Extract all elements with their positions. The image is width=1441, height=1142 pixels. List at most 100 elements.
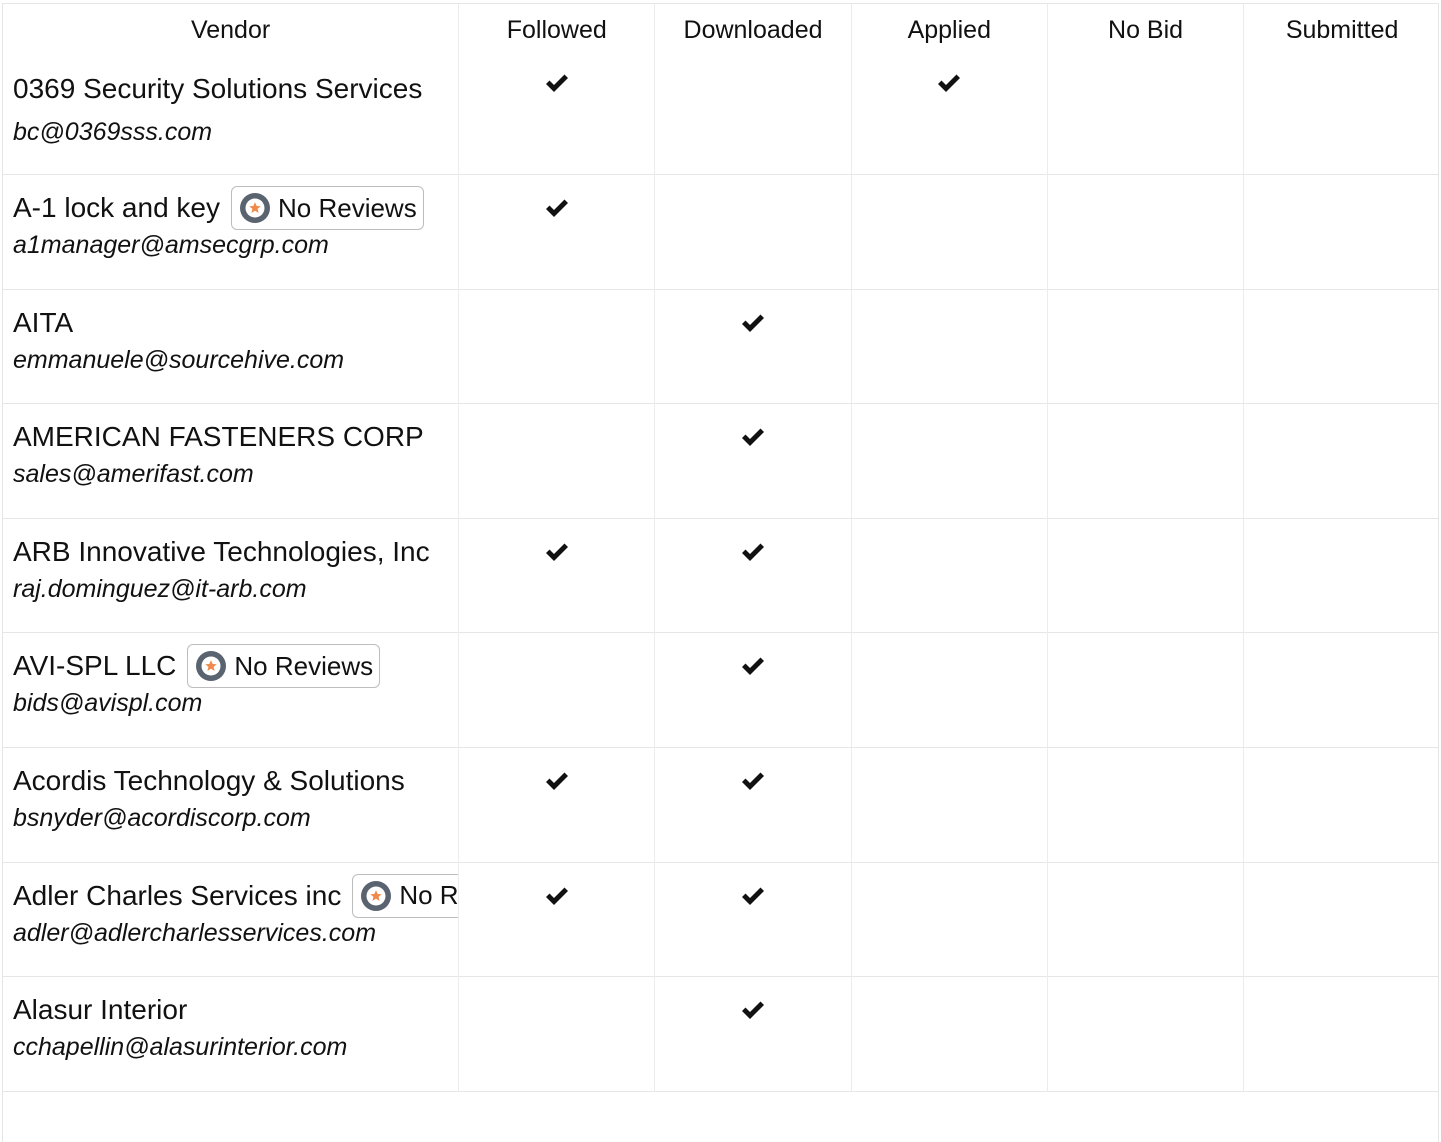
no-bid-cell xyxy=(1046,60,1244,175)
downloaded-cell xyxy=(654,174,852,290)
vendor-name[interactable]: 0369 Security Solutions Services xyxy=(13,73,422,105)
table-row: AVI-SPL LLC No Reviews bids@avispl.com xyxy=(3,632,1438,748)
vendor-name-line: Adler Charles Services inc No Reviews xyxy=(13,873,459,919)
vendor-name-line: Alasur Interior xyxy=(13,987,458,1033)
vendor-name-line: 0369 Security Solutions Services xyxy=(13,60,458,118)
followed-cell xyxy=(458,403,655,519)
vendor-cell: ARB Innovative Technologies, Inc raj.dom… xyxy=(3,518,459,633)
no-bid-cell xyxy=(1046,976,1244,1092)
vendor-email[interactable]: bids@avispl.com xyxy=(13,689,458,718)
no-reviews-label: No Reviews xyxy=(234,650,374,681)
table-row: Adler Charles Services inc No Reviews ad… xyxy=(3,862,1438,977)
vendor-cell: Adler Charles Services inc No Reviews ad… xyxy=(3,862,459,977)
vendor-email[interactable]: raj.dominguez@it-arb.com xyxy=(13,575,458,604)
submitted-cell xyxy=(1243,403,1438,519)
review-star-icon xyxy=(196,651,227,682)
vendor-email[interactable]: bc@0369sss.com xyxy=(13,118,458,147)
followed-cell xyxy=(458,174,655,290)
checkmark-icon xyxy=(742,1001,765,1020)
column-header-followed[interactable]: Followed xyxy=(458,4,655,60)
submitted-cell xyxy=(1243,632,1438,748)
submitted-cell xyxy=(1243,976,1438,1092)
vendor-cell: 0369 Security Solutions Services bc@0369… xyxy=(3,60,459,175)
vendor-name-line: AMERICAN FASTENERS CORP xyxy=(13,414,458,460)
vendor-name[interactable]: Adler Charles Services inc xyxy=(13,880,341,912)
applied-cell xyxy=(850,289,1048,404)
vendor-email[interactable]: bsnyder@acordiscorp.com xyxy=(13,804,458,833)
followed-cell xyxy=(458,747,655,863)
followed-cell xyxy=(458,518,655,633)
table-row: A-1 lock and key No Reviews a1manager@am… xyxy=(3,174,1438,290)
vendor-name-line: ARB Innovative Technologies, Inc xyxy=(13,529,458,575)
vendor-cell: Acordis Technology & Solutions bsnyder@a… xyxy=(3,748,459,863)
table-body: 0369 Security Solutions Services bc@0369… xyxy=(3,60,1438,1092)
vendor-name[interactable]: A-1 lock and key xyxy=(13,192,220,224)
review-star-icon xyxy=(361,880,392,911)
vendor-cell: AVI-SPL LLC No Reviews bids@avispl.com xyxy=(3,633,459,748)
column-header-downloaded[interactable]: Downloaded xyxy=(654,4,852,60)
vendor-cell: AITA emmanuele@sourcehive.com xyxy=(3,289,459,404)
column-header-no-bid[interactable]: No Bid xyxy=(1046,4,1244,60)
downloaded-cell xyxy=(654,862,852,977)
downloaded-cell xyxy=(654,632,852,748)
table-row: 0369 Security Solutions Services bc@0369… xyxy=(3,60,1438,175)
checkmark-icon xyxy=(545,74,568,92)
no-bid-cell xyxy=(1046,747,1244,863)
vendor-name[interactable]: AMERICAN FASTENERS CORP xyxy=(13,421,424,453)
vendor-name[interactable]: ARB Innovative Technologies, Inc xyxy=(13,536,430,568)
followed-cell xyxy=(458,60,655,175)
table-row: ARB Innovative Technologies, Inc raj.dom… xyxy=(3,518,1438,633)
downloaded-cell xyxy=(654,976,852,1092)
submitted-cell xyxy=(1243,518,1438,633)
no-bid-cell xyxy=(1046,632,1244,748)
applied-cell xyxy=(850,862,1048,977)
table-row: Acordis Technology & Solutions bsnyder@a… xyxy=(3,747,1438,863)
vendor-email[interactable]: adler@adlercharlesservices.com xyxy=(13,919,458,948)
downloaded-cell xyxy=(654,60,852,175)
checkmark-icon xyxy=(545,199,568,218)
no-bid-cell xyxy=(1046,518,1244,633)
no-reviews-label: No Reviews xyxy=(278,192,417,223)
vendor-email[interactable]: emmanuele@sourcehive.com xyxy=(13,346,458,375)
no-bid-cell xyxy=(1046,174,1244,290)
vendor-name-line: A-1 lock and key No Reviews xyxy=(13,185,458,231)
followed-cell xyxy=(458,862,655,977)
checkmark-icon xyxy=(742,428,765,447)
downloaded-cell xyxy=(654,747,852,863)
applied-cell xyxy=(850,60,1048,175)
applied-cell xyxy=(850,976,1048,1092)
column-header-applied[interactable]: Applied xyxy=(850,4,1048,60)
no-reviews-badge[interactable]: No Reviews xyxy=(187,644,381,689)
vendor-email[interactable]: cchapellin@alasurinterior.com xyxy=(13,1033,458,1062)
no-bid-cell xyxy=(1046,403,1244,519)
followed-cell xyxy=(458,289,655,404)
vendor-name[interactable]: Acordis Technology & Solutions xyxy=(13,765,405,797)
no-bid-cell xyxy=(1046,862,1244,977)
vendor-email[interactable]: sales@amerifast.com xyxy=(13,460,458,489)
vendor-name[interactable]: Alasur Interior xyxy=(13,994,187,1026)
table-row: AITA emmanuele@sourcehive.com xyxy=(3,289,1438,404)
followed-cell xyxy=(458,976,655,1092)
review-star-icon xyxy=(240,193,270,224)
applied-cell xyxy=(850,403,1048,519)
vendor-name[interactable]: AITA xyxy=(13,307,73,339)
checkmark-icon xyxy=(545,543,568,561)
vendor-activity-panel: Vendor Followed Downloaded Applied No Bi… xyxy=(2,3,1439,1142)
downloaded-cell xyxy=(654,289,852,404)
applied-cell xyxy=(850,632,1048,748)
vendor-email[interactable]: a1manager@amsecgrp.com xyxy=(13,231,458,260)
checkmark-icon xyxy=(742,314,765,332)
no-reviews-badge[interactable]: No Reviews xyxy=(352,873,459,918)
checkmark-icon xyxy=(742,543,765,561)
checkmark-icon xyxy=(938,74,961,92)
no-reviews-badge[interactable]: No Reviews xyxy=(231,186,424,231)
column-header-vendor[interactable]: Vendor xyxy=(3,4,459,60)
vendor-activity-table: Vendor Followed Downloaded Applied No Bi… xyxy=(3,4,1438,1092)
checkmark-icon xyxy=(742,772,765,791)
submitted-cell xyxy=(1243,174,1438,290)
table-row: Alasur Interior cchapellin@alasurinterio… xyxy=(3,976,1438,1092)
column-header-submitted[interactable]: Submitted xyxy=(1243,4,1438,60)
vendor-name[interactable]: AVI-SPL LLC xyxy=(13,650,176,682)
downloaded-cell xyxy=(654,518,852,633)
vendor-name-line: AVI-SPL LLC No Reviews xyxy=(13,643,458,689)
